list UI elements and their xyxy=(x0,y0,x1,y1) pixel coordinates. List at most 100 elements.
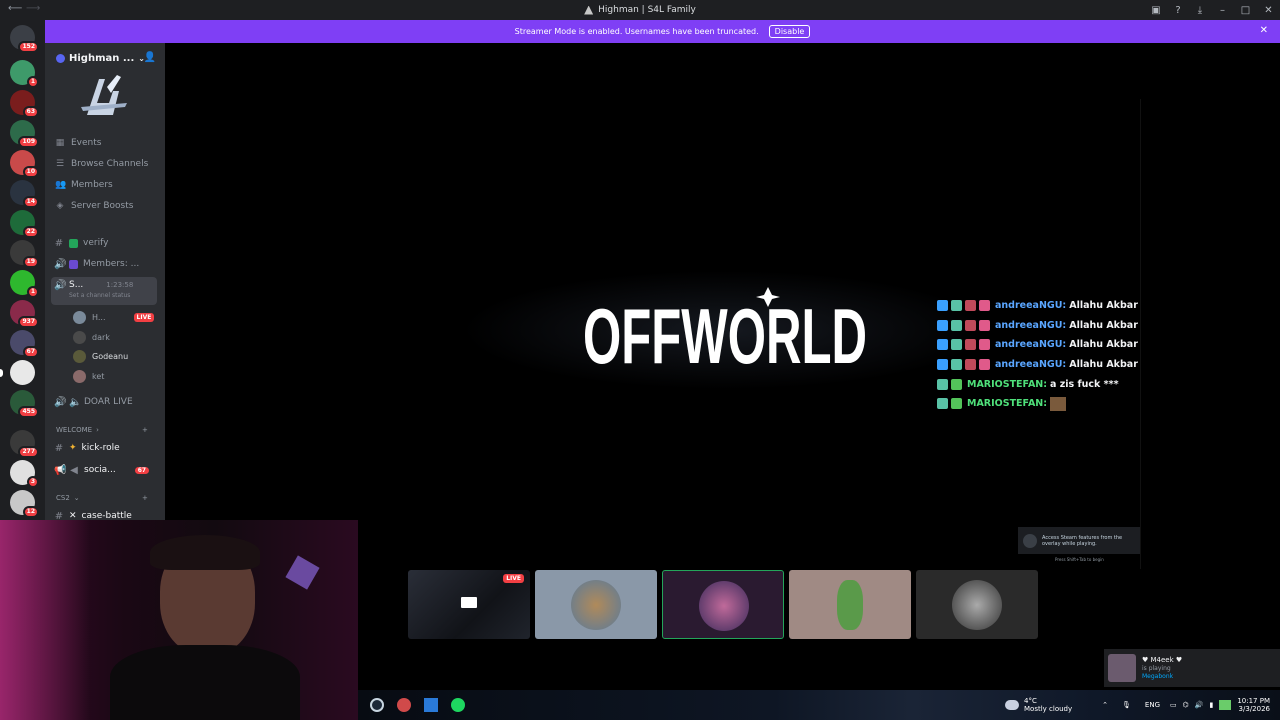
sparkle-emoji-icon: ✦ xyxy=(69,443,77,453)
channel-members-count[interactable]: 🔊 Members: ... xyxy=(54,255,139,273)
server-icon[interactable]: 1 xyxy=(10,270,39,298)
speaker-icon: 🔊 xyxy=(54,258,67,270)
close-window-button[interactable]: ✕ xyxy=(1257,0,1280,20)
streamer-mode-banner: Streamer Mode is enabled. Usernames have… xyxy=(45,20,1280,43)
server-icon[interactable]: 10 xyxy=(10,150,39,178)
voice-user[interactable]: H... LIVE xyxy=(73,311,155,324)
chat-text: a zis fuck *** xyxy=(1050,378,1119,390)
webcam-overlay xyxy=(0,520,358,720)
inbox-icon[interactable]: ▣ xyxy=(1145,0,1167,20)
cloud-icon xyxy=(1005,700,1020,710)
steam-taskbar-icon[interactable] xyxy=(366,694,388,716)
weather-widget[interactable]: 4°C Mostly cloudy xyxy=(1024,697,1072,713)
nav-events[interactable]: ▦ Events xyxy=(55,138,102,148)
volume-icon[interactable]: 🔊 xyxy=(1195,701,1204,709)
back-arrow-icon[interactable]: ⟵ xyxy=(8,3,22,14)
server-icon[interactable]: 3 xyxy=(10,460,39,488)
voice-username: Godeanu xyxy=(92,352,129,361)
system-tray: 4°C Mostly cloudy ⌃ 🎙 ENG ▭ ⌬ 🔊 ▮ 10:17 … xyxy=(1005,690,1280,720)
badge-icon xyxy=(951,359,962,371)
language-indicator[interactable]: ENG xyxy=(1145,701,1160,709)
server-icon[interactable]: 109 xyxy=(10,120,39,148)
server-header[interactable]: Highman ... ⌄ 👤 xyxy=(45,43,165,73)
close-banner-icon[interactable]: ✕ xyxy=(1260,25,1268,36)
home-server-icon[interactable]: 152 xyxy=(10,25,39,53)
voice-user[interactable]: dark xyxy=(73,331,110,344)
server-icon[interactable]: 14 xyxy=(10,180,39,208)
server-icon[interactable]: 12 xyxy=(10,490,39,518)
battery-icon[interactable]: ▮ xyxy=(1209,701,1213,709)
voice-username: ket xyxy=(92,372,105,381)
download-icon[interactable]: ⤓ xyxy=(1189,0,1211,20)
microphone xyxy=(285,555,320,590)
invite-people-icon[interactable]: 👤 xyxy=(144,52,156,63)
clock[interactable]: 10:17 PM 3/3/2026 xyxy=(1237,697,1270,713)
participant-tile[interactable] xyxy=(789,570,911,639)
cross-emoji-icon: ✕ xyxy=(69,511,77,520)
activity-game: Megabonk xyxy=(1142,673,1174,680)
participant-tile-speaking[interactable] xyxy=(662,570,784,639)
category-welcome[interactable]: WELCOME › + xyxy=(56,426,148,434)
server-icon[interactable]: 19 xyxy=(10,240,39,268)
network-icon[interactable]: ⌬ xyxy=(1183,701,1189,709)
badge-icon xyxy=(965,319,976,331)
chat-text: Allahu Akbar xyxy=(1069,359,1138,371)
forward-arrow-icon[interactable]: ⟶ xyxy=(26,3,40,14)
add-channel-icon[interactable]: + xyxy=(142,426,148,434)
help-icon[interactable]: ? xyxy=(1167,0,1189,20)
chevron-up-icon[interactable]: ⌃ xyxy=(1102,701,1108,709)
channel-voice-selected[interactable]: 🔊 S... 1:23:58 Set a channel status xyxy=(51,277,157,305)
server-badge: 10 xyxy=(22,166,39,178)
server-icon[interactable]: 67 xyxy=(10,330,39,358)
participant-tile[interactable] xyxy=(916,570,1038,639)
minimize-button[interactable]: – xyxy=(1211,0,1234,20)
spotify-taskbar-icon[interactable] xyxy=(447,694,469,716)
steam-icon xyxy=(1023,533,1037,548)
live-badge: LIVE xyxy=(503,574,524,583)
nvidia-icon[interactable] xyxy=(1219,700,1232,710)
server-logo-icon xyxy=(584,5,594,15)
activity-card[interactable]: ♥ M4eek ♥ is playing Megabonk xyxy=(1104,649,1280,687)
participant-tile[interactable] xyxy=(535,570,657,639)
channel-kick-role[interactable]: # ✦ kick-role xyxy=(54,439,120,457)
nav-server-boosts[interactable]: ◈ Server Boosts xyxy=(55,201,134,211)
channel-name: verify xyxy=(83,238,109,248)
maximize-button[interactable]: □ xyxy=(1234,0,1257,20)
voice-user[interactable]: ket xyxy=(73,370,104,383)
avatar xyxy=(952,580,1002,630)
steam-hint-text: Press Shift+Tab to begin xyxy=(1055,557,1104,562)
chat-message: MARIOSTEFAN: a zis fuck *** xyxy=(937,374,1138,394)
voice-user[interactable]: Godeanu xyxy=(73,350,128,363)
server-icon[interactable]: 63 xyxy=(10,90,39,118)
microphone-icon[interactable]: 🎙 xyxy=(1122,701,1131,709)
channel-verify[interactable]: # verify xyxy=(54,234,109,252)
server-icon[interactable]: 22 xyxy=(10,210,39,238)
nav-members[interactable]: 👥 Members xyxy=(55,180,113,190)
avatar xyxy=(73,311,86,324)
channel-name: socia... xyxy=(84,465,116,475)
channel-social[interactable]: 📢 ◀ socia... 67 xyxy=(54,461,150,479)
channel-case-battle[interactable]: # ✕ case-battle xyxy=(54,507,132,521)
channel-status[interactable]: Set a channel status xyxy=(69,292,133,299)
server-icon[interactable]: 455 xyxy=(10,390,39,418)
nav-browse-channels[interactable]: ☰ Browse Channels xyxy=(55,159,148,169)
app-taskbar-icon[interactable] xyxy=(420,694,442,716)
channel-doar-live[interactable]: 🔊 🔈 DOAR LIVE xyxy=(54,393,133,411)
add-channel-icon[interactable]: + xyxy=(142,494,148,502)
disable-streamer-mode-button[interactable]: Disable xyxy=(768,25,811,38)
participant-tiles: LIVE xyxy=(408,570,1038,639)
gift-badge-icon xyxy=(979,319,990,331)
hash-icon: # xyxy=(54,237,64,249)
badge-icon xyxy=(951,339,962,351)
monitor-icon[interactable]: ▭ xyxy=(1170,701,1177,709)
server-icon[interactable]: 277 xyxy=(10,430,39,458)
stream-tile[interactable]: LIVE xyxy=(408,570,530,639)
category-cs2[interactable]: CS2 ⌄ + xyxy=(56,494,148,502)
server-icon[interactable]: 1 xyxy=(10,60,39,88)
server-badge: 1 xyxy=(26,286,39,298)
server-icon[interactable]: 937 xyxy=(10,300,39,328)
obs-taskbar-icon[interactable] xyxy=(393,694,415,716)
channel-name: kick-role xyxy=(81,443,120,453)
stream-edge xyxy=(1140,99,1141,569)
active-server-icon[interactable] xyxy=(0,360,35,385)
